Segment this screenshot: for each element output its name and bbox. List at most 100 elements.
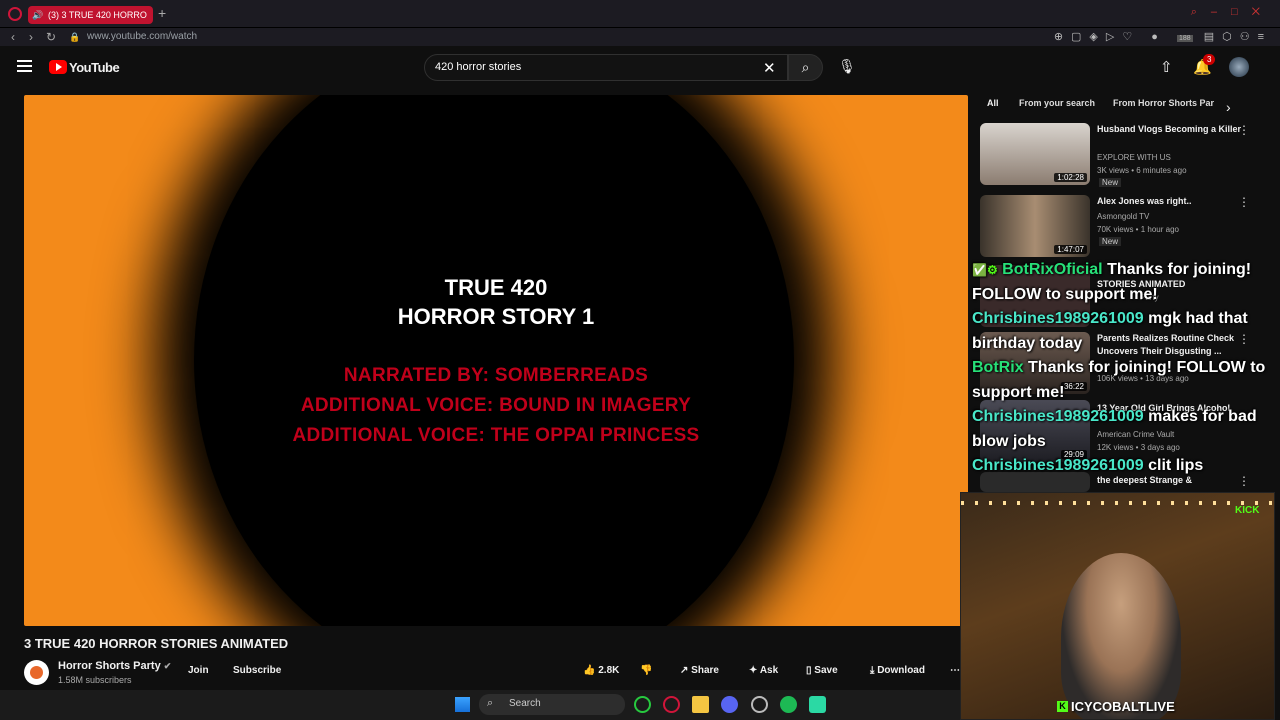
- bookmark-icon: ▯: [806, 665, 812, 676]
- search-icon: ⌕: [487, 697, 494, 709]
- recommendation-channel[interactable]: Asmongold TV: [1097, 210, 1149, 223]
- youtube-header: YouTube 420 horror stories ✕ ⌕ 🎙 ⇧ 🔔 3: [0, 46, 1280, 90]
- account-avatar[interactable]: [1229, 57, 1249, 77]
- hamburger-menu-icon[interactable]: [17, 60, 32, 72]
- recommendation-channel[interactable]: EXPLORE WITH US: [1097, 151, 1171, 164]
- taskbar-search-label: Search: [509, 698, 541, 709]
- subscriber-count: 1.58M subscribers: [58, 675, 132, 685]
- string-lights: [961, 501, 1274, 505]
- window-controls[interactable]: ⌕–□✕: [1191, 6, 1274, 19]
- clear-search-icon[interactable]: ✕: [763, 59, 776, 77]
- thumbs-up-icon: 👍: [583, 665, 596, 676]
- ask-button[interactable]: ✦ Ask: [749, 665, 778, 676]
- back-icon[interactable]: ‹: [11, 30, 15, 44]
- obs-icon[interactable]: [751, 696, 768, 713]
- kick-corner-logo: KICK: [1235, 505, 1260, 516]
- stream-chat-overlay: ✅⚙ BotRixOficial Thanks for joining! FOL…: [972, 258, 1272, 479]
- more-options-icon[interactable]: ⋮: [1238, 195, 1250, 209]
- speaker-icon[interactable]: 🔊: [32, 6, 43, 24]
- chip-from-search[interactable]: From your search: [1019, 98, 1095, 108]
- video-thumbnail[interactable]: 1:02:28: [980, 123, 1090, 185]
- more-actions-icon[interactable]: ⋯: [950, 665, 960, 676]
- youtube-logo-icon[interactable]: [49, 60, 67, 74]
- upload-icon[interactable]: ⇧: [1160, 58, 1173, 76]
- subscribe-button[interactable]: Subscribe: [233, 665, 281, 676]
- video-player[interactable]: TRUE 420 HORROR STORY 1 NARRATED BY: SOM…: [24, 95, 968, 626]
- video-frame-title-line2: HORROR STORY 1: [397, 304, 595, 329]
- new-badge: New: [1099, 237, 1122, 246]
- tab-title: (3) 3 TRUE 420 HORRO: [48, 10, 147, 20]
- chevron-right-icon[interactable]: ›: [1226, 99, 1231, 115]
- chat-username: BotRixOficial: [1002, 261, 1103, 278]
- streamer-figure: [1061, 553, 1181, 719]
- save-button[interactable]: ▯ Save: [806, 665, 838, 676]
- dislike-button[interactable]: 👎: [640, 665, 652, 676]
- bot-badge-icon: ✅⚙: [972, 263, 998, 277]
- search-input[interactable]: 420 horror stories: [424, 54, 788, 81]
- video-thumbnail[interactable]: 1:47:07: [980, 195, 1090, 257]
- kick-logo-icon: K: [1057, 701, 1068, 712]
- share-icon: ↗: [680, 665, 689, 676]
- sparkle-icon: ✦: [749, 665, 758, 676]
- join-button[interactable]: Join: [188, 665, 209, 676]
- recommendation-title[interactable]: Husband Vlogs Becoming a Killer: [1097, 123, 1247, 136]
- windows-start-icon[interactable]: [455, 697, 470, 712]
- streamer-name: ICYCOBALTLIVE: [1071, 699, 1175, 714]
- thumbs-down-icon: 👎: [640, 665, 653, 676]
- chat-username: Chrisbines1989261009: [972, 408, 1144, 425]
- file-explorer-icon[interactable]: [692, 696, 709, 713]
- chip-all[interactable]: All: [987, 98, 999, 108]
- video-frame-credits: NARRATED BY: SOMBERREADS ADDITIONAL VOIC…: [24, 361, 968, 451]
- opera-browser-icon[interactable]: [663, 696, 680, 713]
- browser-tab[interactable]: 🔊 (3) 3 TRUE 420 HORRO: [28, 6, 153, 24]
- chat-username: Chrisbines1989261009: [972, 310, 1144, 327]
- recommendation-meta: 70K views • 1 hour ago: [1097, 225, 1179, 234]
- chat-username: BotRix: [972, 359, 1024, 376]
- chip-from-channel[interactable]: From Horror Shorts Par: [1113, 98, 1214, 108]
- like-button[interactable]: 👍 2.8K: [583, 665, 619, 676]
- search-icon: ⌕: [801, 59, 810, 75]
- opera-gx-icon[interactable]: [634, 696, 651, 713]
- download-icon: ⤓: [870, 665, 875, 676]
- video-frame-title-line1: TRUE 420: [444, 275, 548, 300]
- extension-icons[interactable]: ⊕▢◈▷♡ ● 188 ▤⬡⚇≡: [1054, 30, 1272, 43]
- notification-badge: 3: [1203, 54, 1216, 65]
- share-button[interactable]: ↗ Share: [680, 665, 719, 676]
- channel-avatar[interactable]: [24, 660, 49, 685]
- video-title: 3 TRUE 420 HORROR STORIES ANIMATED: [24, 636, 289, 651]
- browser-tab-bar: 🔊 (3) 3 TRUE 420 HORRO + ⌕–□✕: [0, 0, 1280, 28]
- webcam-overlay: KICK K ICYCOBALTLIVE: [960, 492, 1275, 720]
- search-button[interactable]: ⌕: [788, 54, 823, 81]
- opera-logo-icon[interactable]: [8, 7, 22, 21]
- chat-message: BotRix Thanks for joining! FOLLOW to sup…: [972, 356, 1272, 405]
- url-field[interactable]: www.youtube.com/watch: [87, 31, 197, 42]
- recommendation-title[interactable]: Alex Jones was right..: [1097, 195, 1247, 208]
- windows-taskbar: ⌕ Search: [0, 690, 960, 720]
- reload-icon[interactable]: ↻: [46, 30, 56, 44]
- more-options-icon[interactable]: ⋮: [1238, 123, 1250, 137]
- download-button[interactable]: ⤓ Download: [870, 665, 925, 676]
- chat-message: Chrisbines1989261009 mgk had that birthd…: [972, 307, 1272, 356]
- forward-icon[interactable]: ›: [29, 30, 33, 44]
- chat-text: clit lips: [1148, 457, 1204, 474]
- chat-message: ✅⚙ BotRixOficial Thanks for joining! FOL…: [972, 258, 1272, 307]
- chat-message: Chrisbines1989261009 clit lips: [972, 454, 1272, 479]
- new-badge: New: [1099, 178, 1122, 187]
- video-frame-title: TRUE 420 HORROR STORY 1: [24, 273, 968, 331]
- chat-username: Chrisbines1989261009: [972, 457, 1144, 474]
- extension-badge: 188: [1176, 35, 1193, 42]
- new-tab-icon[interactable]: +: [158, 5, 166, 21]
- address-bar: ‹ › ↻ 🔒 www.youtube.com/watch ⊕▢◈▷♡ ● 18…: [0, 28, 1280, 46]
- discord-icon[interactable]: [721, 696, 738, 713]
- taskbar-search[interactable]: ⌕ Search: [479, 694, 625, 715]
- microphone-icon[interactable]: 🎙: [838, 58, 856, 76]
- verified-icon: ✔: [163, 661, 172, 671]
- spotify-icon[interactable]: [780, 696, 797, 713]
- youtube-logo-text[interactable]: YouTube: [69, 60, 120, 75]
- channel-name[interactable]: Horror Shorts Party ✔: [58, 660, 171, 672]
- credit-line: ADDITIONAL VOICE: THE OPPAI PRINCESS: [292, 425, 700, 446]
- recommendation-meta: 3K views • 6 minutes ago: [1097, 166, 1187, 175]
- app-icon[interactable]: [809, 696, 826, 713]
- chat-message: Chrisbines1989261009 makes for bad blow …: [972, 405, 1272, 454]
- credit-line: ADDITIONAL VOICE: BOUND IN IMAGERY: [300, 395, 692, 416]
